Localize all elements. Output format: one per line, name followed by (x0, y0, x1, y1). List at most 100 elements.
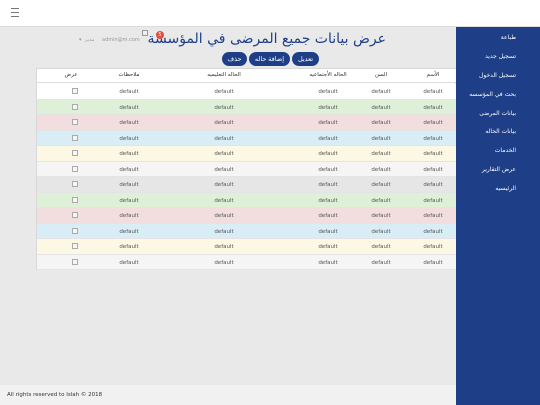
sidebar-item-home[interactable]: الرئيسيه (495, 185, 516, 192)
view-image-icon[interactable] (72, 258, 78, 265)
view-image-icon[interactable] (72, 103, 78, 110)
table-cell: default (318, 213, 338, 219)
table-cell: default (119, 104, 139, 111)
table-cell: default (423, 259, 443, 266)
table-cell: default (423, 182, 443, 188)
view-image-icon[interactable] (72, 196, 78, 203)
table-cell: default (423, 228, 443, 235)
table-row[interactable]: default default default default default (37, 161, 457, 177)
table-cell: default (119, 89, 139, 95)
view-image-icon[interactable] (72, 181, 78, 187)
table-cell: default (119, 197, 139, 204)
table-cell: default (214, 135, 234, 142)
table-cell: default (214, 244, 234, 250)
table-cell: default (371, 182, 391, 188)
table-cell: default (119, 135, 139, 142)
delete-button[interactable]: حذف (222, 52, 247, 66)
sidebar-item-print[interactable]: طباعة (501, 34, 516, 41)
table-cell: default (371, 213, 391, 219)
table-cell: default (214, 120, 234, 126)
user-avatar[interactable] (142, 30, 148, 36)
table-cell: default (318, 182, 338, 188)
table-row[interactable]: default default default default default (37, 254, 457, 270)
sidebar-item-patients[interactable]: بيانات المرضى (479, 110, 516, 117)
table-cell: default (214, 182, 234, 188)
view-image-icon[interactable] (72, 150, 78, 156)
table-row[interactable]: default default default default default (37, 208, 457, 224)
table-row[interactable]: default default default default default (37, 177, 457, 193)
table-cell: default (214, 228, 234, 235)
col-header-name: الأسم (426, 72, 440, 78)
notification-badge[interactable]: 5 (156, 31, 164, 39)
footer-copyright: All rights reserved to Islah © 2018 (7, 392, 103, 398)
table-cell: default (423, 244, 443, 250)
view-image-icon[interactable] (72, 227, 78, 234)
table-cell: default (371, 135, 391, 142)
col-header-education: الحاله التعليميه (207, 72, 241, 78)
view-image-icon[interactable] (72, 88, 78, 94)
table-cell: default (318, 120, 338, 126)
table-cell: default (119, 228, 139, 235)
sidebar-item-login[interactable]: تسجيل الدخول (479, 72, 516, 79)
table-cell: default (318, 135, 338, 142)
add-case-button[interactable]: إضافة حاله (249, 52, 290, 66)
col-header-notes: ملاحظات (118, 72, 140, 78)
sidebar-item-register[interactable]: تسجيل جديد (485, 53, 516, 60)
table-cell: default (119, 259, 139, 266)
user-role[interactable]: مدير (85, 37, 94, 43)
table-cell: default (423, 120, 443, 126)
table-cell: default (214, 166, 234, 173)
table-cell: default (371, 151, 391, 157)
table-cell: default (119, 151, 139, 157)
table-cell: default (371, 197, 391, 204)
table-cell: default (371, 228, 391, 235)
patients-table: الأسم السن الحاله الأجتماعيه الحاله التع… (36, 68, 457, 270)
col-header-view: عرض (64, 72, 78, 78)
top-navbar (0, 0, 540, 27)
table-cell: default (214, 151, 234, 157)
table-row[interactable]: default default default default default (37, 115, 457, 131)
table-cell: default (423, 197, 443, 204)
table-cell: default (119, 182, 139, 188)
table-cell: default (214, 104, 234, 111)
table-cell: default (318, 197, 338, 204)
table-cell: default (318, 151, 338, 157)
table-cell: default (214, 89, 234, 95)
view-image-icon[interactable] (72, 165, 78, 172)
view-image-icon[interactable] (72, 134, 78, 141)
caret-down-icon[interactable]: ▾ (79, 37, 82, 43)
view-image-icon[interactable] (72, 119, 78, 125)
table-row[interactable]: default default default default default (37, 223, 457, 239)
sidebar-item-case-data[interactable]: بيانات الحاله (485, 128, 516, 135)
sidebar-item-reports[interactable]: عرض التقارير (482, 166, 516, 173)
sidebar-item-search[interactable]: بحث في المؤسسه (469, 91, 516, 98)
view-image-icon[interactable] (72, 243, 78, 249)
table-row[interactable]: default default default default default (37, 239, 457, 255)
table-cell: default (423, 135, 443, 142)
table-row[interactable]: default default default default default (37, 99, 457, 115)
user-email[interactable]: admin@m.com (102, 37, 140, 43)
table-cell: default (371, 104, 391, 111)
sidebar: طباعة تسجيل جديد تسجيل الدخول بحث في الم… (456, 27, 540, 405)
col-header-marital-status: الحاله الأجتماعيه (309, 72, 347, 78)
table-row[interactable]: default default default default default (37, 192, 457, 208)
table-row[interactable]: default default default default default (37, 130, 457, 146)
table-cell: default (318, 89, 338, 95)
hamburger-icon[interactable] (11, 8, 19, 17)
sidebar-item-services[interactable]: الخدمات (495, 147, 516, 154)
col-header-age: السن (374, 72, 388, 78)
table-row[interactable]: default default default default default (37, 146, 457, 162)
view-image-icon[interactable] (72, 212, 78, 218)
table-header: الأسم السن الحاله الأجتماعيه الحاله التع… (37, 69, 457, 83)
table-cell: default (371, 259, 391, 266)
edit-button[interactable]: تعديل (292, 52, 319, 66)
table-cell: default (119, 120, 139, 126)
table-cell: default (423, 89, 443, 95)
table-cell: default (119, 166, 139, 173)
table-cell: default (371, 89, 391, 95)
table-cell: default (119, 244, 139, 250)
table-cell: default (423, 213, 443, 219)
table-row[interactable]: default default default default default (37, 84, 457, 100)
table-cell: default (119, 213, 139, 219)
page-title: عرض بيانات جميع المرضى في المؤسسة (147, 31, 386, 47)
